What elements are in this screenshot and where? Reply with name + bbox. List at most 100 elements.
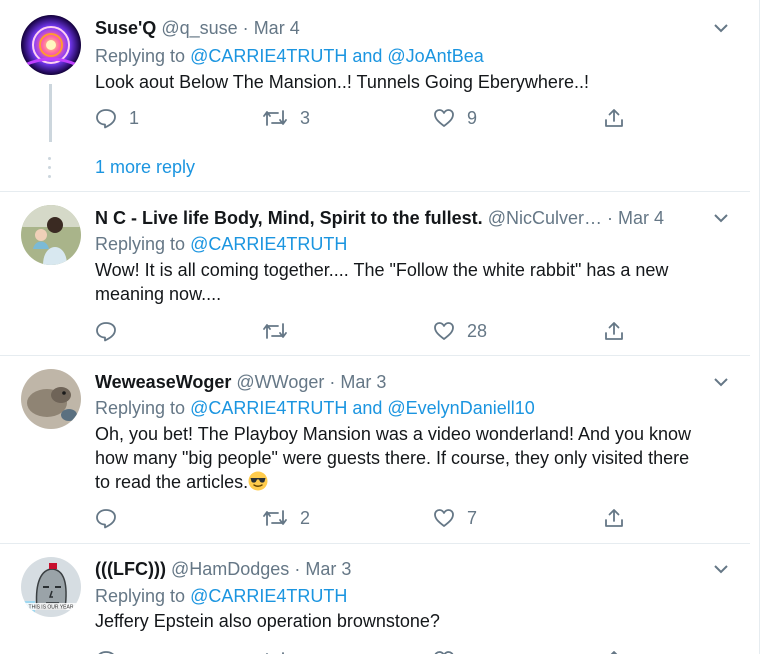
tweet-lfc[interactable]: THIS IS OUR YEAR (((LFC))) @HamDodges · … — [0, 544, 759, 654]
tweet-header: N C - Live life Body, Mind, Spirit to th… — [95, 206, 664, 230]
share-icon — [605, 109, 623, 127]
retweet-button[interactable]: 3 — [262, 105, 310, 131]
tweet-text-line: meaning now.... — [95, 284, 222, 304]
tweet-date[interactable]: Mar 3 — [305, 559, 351, 579]
like-count: 9 — [467, 107, 478, 128]
retweet-button[interactable] — [262, 318, 288, 344]
reply-feed: Suse'Q @q_suse · Mar 4 Replying to @CARR… — [0, 0, 760, 654]
like-count: 7 — [467, 507, 478, 528]
share-icon — [605, 322, 623, 340]
chevron-down-icon[interactable] — [711, 18, 731, 38]
retweet-icon — [265, 652, 284, 654]
retweet-count: 3 — [300, 107, 311, 128]
tweet-text: Wow! It is all coming together.... The "… — [95, 258, 735, 306]
tweet-header: WeweaseWoger @WWoger · Mar 3 — [95, 370, 386, 394]
user-handle[interactable]: @WWoger — [236, 372, 324, 392]
avatar[interactable] — [21, 15, 81, 75]
chevron-down-icon[interactable] — [711, 208, 731, 228]
tweet-date[interactable]: Mar 3 — [340, 372, 386, 392]
like-button[interactable]: 9 — [433, 105, 477, 131]
replying-to-prefix: Replying to — [95, 234, 186, 254]
reply-button[interactable]: 1 — [95, 105, 139, 131]
replying-to-users[interactable]: @CARRIE4TRUTH and @JoAntBea — [190, 46, 484, 66]
tweet-text-line: Oh, you bet! The Playboy Mansion was a v… — [95, 424, 692, 444]
heart-icon — [434, 322, 454, 340]
replying-to: Replying to @CARRIE4TRUTH and @JoAntBea — [95, 44, 484, 68]
replying-to-users[interactable]: @CARRIE4TRUTH — [190, 586, 347, 606]
chevron-down-icon[interactable] — [711, 372, 731, 392]
reply-icon — [96, 509, 116, 529]
avatar-caption: THIS IS OUR YEAR — [29, 605, 74, 611]
share-button[interactable] — [603, 105, 625, 131]
share-button[interactable] — [603, 318, 625, 344]
tweet-text-line: to read the articles. — [95, 470, 735, 494]
reply-icon — [98, 651, 114, 654]
tweet-text-line: how many "big people" were guests there.… — [95, 448, 690, 468]
tweet-actions: 2 7 — [95, 505, 655, 531]
tweet-weweasewoger[interactable]: WeweaseWoger @WWoger · Mar 3 Replying to… — [0, 356, 759, 544]
reply-button[interactable] — [95, 505, 117, 531]
display-name[interactable]: WeweaseWoger — [95, 372, 231, 392]
display-name[interactable]: N C - Live life Body, Mind, Spirit to th… — [95, 208, 483, 228]
user-handle[interactable]: @HamDodges — [171, 559, 289, 579]
user-handle[interactable]: @NicCulver… — [488, 208, 602, 228]
replying-to: Replying to @CARRIE4TRUTH and @EvelynDan… — [95, 396, 535, 420]
replying-to-users[interactable]: @CARRIE4TRUTH and @EvelynDaniell10 — [190, 398, 535, 418]
retweet-button[interactable] — [262, 647, 288, 654]
retweet-icon — [263, 110, 287, 126]
heart-icon — [434, 651, 454, 654]
tweet-header: (((LFC))) @HamDodges · Mar 3 — [95, 557, 351, 581]
separator-dot: · — [242, 18, 249, 38]
like-button[interactable] — [433, 647, 455, 654]
separator-dot: · — [329, 372, 336, 392]
retweet-button[interactable]: 2 — [262, 505, 310, 531]
like-count: 28 — [467, 320, 488, 341]
tweet-date[interactable]: Mar 4 — [254, 18, 300, 38]
reply-icon — [96, 322, 116, 342]
tweet-actions — [95, 647, 655, 654]
separator-dot: · — [294, 559, 301, 579]
reply-count: 1 — [129, 107, 140, 128]
replying-to-prefix: Replying to — [95, 586, 186, 606]
share-button[interactable] — [603, 505, 625, 531]
tweet-header: Suse'Q @q_suse · Mar 4 — [95, 16, 300, 40]
reply-button[interactable] — [95, 318, 117, 344]
user-handle[interactable]: @q_suse — [161, 18, 237, 38]
tweet-nc[interactable]: N C - Live life Body, Mind, Spirit to th… — [0, 192, 759, 356]
chevron-down-icon[interactable] — [711, 559, 731, 579]
share-icon — [610, 651, 618, 654]
separator-dot: · — [607, 208, 614, 228]
reply-button[interactable] — [95, 647, 117, 654]
like-button[interactable]: 28 — [433, 318, 487, 344]
heart-icon — [434, 509, 454, 527]
replying-to-prefix: Replying to — [95, 46, 186, 66]
thread-line — [49, 84, 52, 142]
tweet-text: Oh, you bet! The Playboy Mansion was a v… — [95, 422, 735, 494]
display-name[interactable]: Suse'Q — [95, 18, 156, 38]
retweet-count: 2 — [300, 507, 311, 528]
avatar[interactable] — [21, 369, 81, 429]
replying-to: Replying to @CARRIE4TRUTH — [95, 232, 347, 256]
thread-dots — [48, 157, 52, 184]
replying-to: Replying to @CARRIE4TRUTH — [95, 584, 347, 608]
tweet-actions: 28 — [95, 318, 655, 344]
tweet-suseq[interactable]: Suse'Q @q_suse · Mar 4 Replying to @CARR… — [0, 0, 759, 192]
sunglasses-emoji — [248, 471, 268, 491]
replying-to-prefix: Replying to — [95, 398, 186, 418]
tweet-text: Jeffery Epstein also operation brownston… — [95, 611, 440, 631]
like-button[interactable]: 7 — [433, 505, 477, 531]
more-replies-link[interactable]: 1 more reply — [95, 155, 195, 179]
reply-icon — [96, 109, 116, 129]
avatar[interactable] — [21, 205, 81, 265]
display-name[interactable]: (((LFC))) — [95, 559, 166, 579]
heart-icon — [434, 109, 454, 127]
share-button[interactable] — [603, 647, 625, 654]
tweet-text-segment: to read the articles. — [95, 472, 249, 492]
tweet-text: Look aout Below The Mansion..! Tunnels G… — [95, 72, 589, 92]
avatar[interactable]: THIS IS OUR YEAR — [21, 557, 81, 617]
replying-to-users[interactable]: @CARRIE4TRUTH — [190, 234, 347, 254]
tweet-actions: 1 3 9 — [95, 105, 655, 131]
tweet-date[interactable]: Mar 4 — [618, 208, 664, 228]
retweet-icon — [263, 323, 287, 339]
share-icon — [605, 509, 623, 527]
